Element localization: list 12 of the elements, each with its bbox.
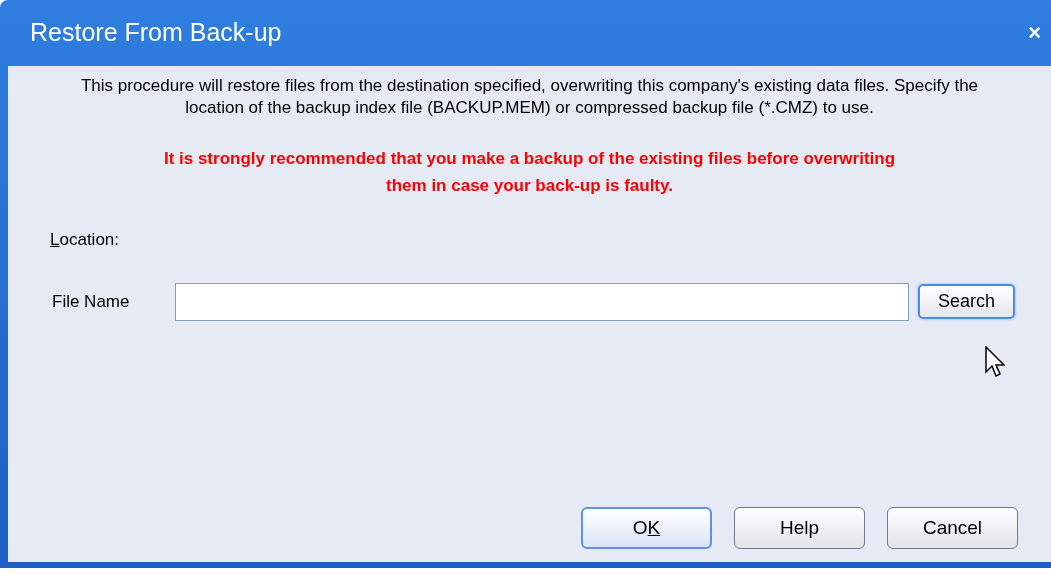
search-button[interactable]: Search — [918, 284, 1015, 319]
file-name-field[interactable] — [175, 282, 909, 321]
location-label: Location: — [50, 229, 119, 251]
warning-text: It is strongly recommended that you make a backup of the existing files before overwriting them in case your back-up is faulty. — [162, 148, 897, 197]
description-text: This procedure will restore files from the destination specified, overwriting this company's existing data files. Specify the location of the backup index file (BACKUP.MEM) or compressed backup file (*.CMZ) to use. — [79, 75, 980, 119]
dialog-button[interactable]: OK — [581, 507, 712, 549]
mouse-cursor-icon — [985, 346, 1005, 378]
close-button[interactable]: × — [1028, 22, 1041, 44]
file-name-label: File Name — [52, 290, 131, 313]
window-title: Restore From Back-up — [30, 17, 282, 49]
dialog-button[interactable]: Help — [734, 507, 865, 549]
dialog-button[interactable]: Cancel — [887, 507, 1018, 549]
